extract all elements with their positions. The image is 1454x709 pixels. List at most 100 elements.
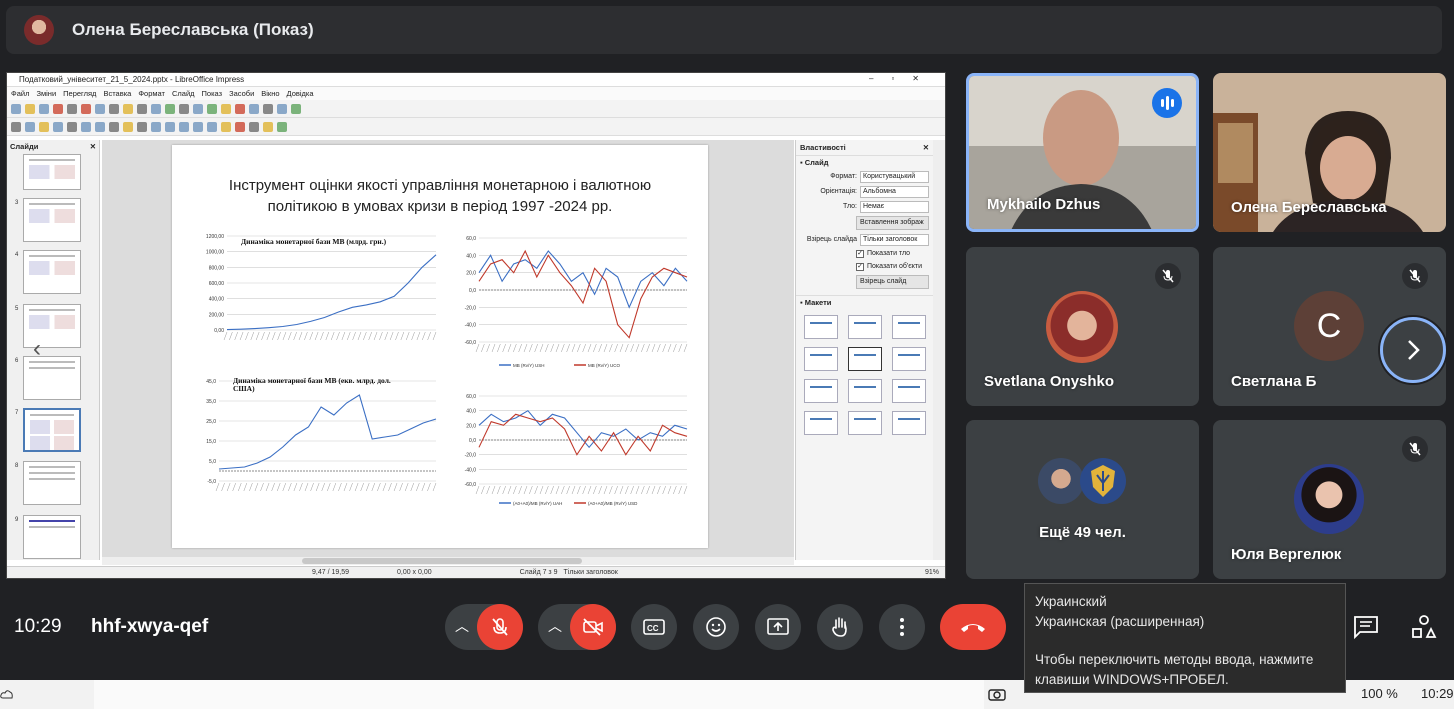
- paste-icon[interactable]: [109, 103, 119, 114]
- close-icon[interactable]: ✕: [923, 143, 929, 152]
- chat-icon[interactable]: [1352, 614, 1380, 640]
- slide-thumbnail[interactable]: [23, 461, 81, 505]
- activities-icon[interactable]: [1410, 614, 1438, 640]
- participant-tile-speaking[interactable]: Mykhailo Dzhus: [966, 73, 1199, 232]
- layout-centered-text[interactable]: [892, 347, 926, 371]
- captions-button[interactable]: CC: [631, 604, 677, 650]
- line-color-icon[interactable]: [53, 121, 63, 132]
- save-icon[interactable]: [39, 103, 49, 114]
- chevron-up-icon[interactable]: ︿: [455, 616, 469, 636]
- slide-thumbnail[interactable]: [23, 154, 81, 190]
- layout-option[interactable]: [804, 379, 838, 403]
- layout-two-content[interactable]: [804, 347, 838, 371]
- undo-icon[interactable]: [123, 103, 133, 114]
- participant-tile[interactable]: Юля Вергелюк: [1213, 420, 1446, 579]
- slide-thumbnail[interactable]: [23, 250, 81, 294]
- layout-title-content[interactable]: [848, 315, 882, 339]
- layout-option[interactable]: [848, 411, 882, 435]
- ellipse-icon[interactable]: [95, 121, 105, 132]
- menu-insert[interactable]: Вставка: [103, 89, 131, 98]
- mic-toggle-button[interactable]: [477, 604, 523, 650]
- menu-help[interactable]: Довідка: [287, 89, 314, 98]
- start-show-icon[interactable]: [291, 103, 301, 114]
- camera-icon[interactable]: [988, 687, 1006, 701]
- block-arrows-icon[interactable]: [179, 121, 189, 132]
- display-views-icon[interactable]: [193, 103, 203, 114]
- redo-icon[interactable]: [137, 103, 147, 114]
- format-select[interactable]: Користувацький: [860, 170, 929, 183]
- menu-tools[interactable]: Засоби: [229, 89, 254, 98]
- section-layouts[interactable]: ▪ Макети: [796, 295, 933, 309]
- prev-slide-icon[interactable]: ‹: [33, 335, 41, 363]
- basic-shapes-icon[interactable]: [151, 121, 161, 132]
- menu-edit[interactable]: Зміни: [36, 89, 56, 98]
- new-icon[interactable]: [11, 103, 21, 114]
- arrange-icon[interactable]: [263, 121, 273, 132]
- slide-thumbnail[interactable]: [23, 304, 81, 348]
- more-options-button[interactable]: [879, 604, 925, 650]
- layout-option[interactable]: [848, 379, 882, 403]
- chevron-up-icon[interactable]: ︿: [548, 616, 562, 636]
- symbol-shapes-icon[interactable]: [165, 121, 175, 132]
- next-page-button[interactable]: [1380, 317, 1446, 383]
- rectangle-icon[interactable]: [81, 121, 91, 132]
- spelling-icon[interactable]: [165, 103, 175, 114]
- text-icon[interactable]: [39, 121, 49, 132]
- horizontal-scrollbar[interactable]: [102, 557, 794, 565]
- show-objects-checkbox[interactable]: ✓ Показати об'єкти: [796, 260, 933, 273]
- layout-option[interactable]: [892, 379, 926, 403]
- layout-title-only-selected[interactable]: [848, 347, 882, 371]
- align-icon[interactable]: [249, 121, 259, 132]
- table-icon[interactable]: [207, 103, 217, 114]
- menu-view[interactable]: Перегляд: [63, 89, 96, 98]
- slide-thumbnail-selected[interactable]: [23, 408, 81, 452]
- callouts-icon[interactable]: [207, 121, 217, 132]
- menu-file[interactable]: Файл: [11, 89, 29, 98]
- connector-icon[interactable]: [137, 121, 147, 132]
- ime-layout[interactable]: Украинская (расширенная): [1035, 612, 1335, 632]
- participant-tile[interactable]: Svetlana Onyshko: [966, 247, 1199, 406]
- grid-icon[interactable]: [179, 103, 189, 114]
- raise-hand-button[interactable]: [817, 604, 863, 650]
- layout-option[interactable]: [804, 411, 838, 435]
- slide-icon[interactable]: [277, 103, 287, 114]
- cut-icon[interactable]: [81, 103, 91, 114]
- reactions-button[interactable]: [693, 604, 739, 650]
- find-icon[interactable]: [151, 103, 161, 114]
- show-bg-checkbox[interactable]: ✓ Показати тло: [796, 247, 933, 260]
- taskbar-search-area[interactable]: [94, 680, 984, 709]
- master-select[interactable]: Тільки заголовок: [860, 233, 929, 246]
- slide-thumbnail[interactable]: [23, 515, 81, 559]
- present-button[interactable]: [755, 604, 801, 650]
- master-slide-button[interactable]: Взірець слайд: [856, 275, 929, 289]
- slide-thumbnail[interactable]: [23, 356, 81, 400]
- line-icon[interactable]: [67, 121, 77, 132]
- scrollbar-thumb[interactable]: [302, 558, 582, 564]
- participant-tile[interactable]: Олена Береславська: [1213, 73, 1446, 232]
- ime-language[interactable]: Украинский: [1035, 592, 1335, 612]
- print-icon[interactable]: [67, 103, 77, 114]
- layout-title[interactable]: [892, 315, 926, 339]
- arrow-icon[interactable]: [109, 121, 119, 132]
- close-icon[interactable]: ✕: [90, 142, 96, 151]
- zoom-icon[interactable]: [25, 121, 35, 132]
- layout-option[interactable]: [892, 411, 926, 435]
- orientation-select[interactable]: Альбомна: [860, 185, 929, 198]
- section-slide[interactable]: ▪ Слайд: [796, 156, 933, 169]
- background-select[interactable]: Немає: [860, 200, 929, 213]
- flowchart-icon[interactable]: [193, 121, 203, 132]
- link-icon[interactable]: [263, 103, 273, 114]
- menu-slide[interactable]: Слайд: [172, 89, 195, 98]
- rotate-icon[interactable]: [235, 121, 245, 132]
- insert-image-button[interactable]: Вставлення зображ: [856, 216, 929, 230]
- export-pdf-icon[interactable]: [53, 103, 63, 114]
- image-icon[interactable]: [221, 103, 231, 114]
- camera-toggle-button[interactable]: [570, 604, 616, 650]
- slide-thumbnail[interactable]: [23, 198, 81, 242]
- select-icon[interactable]: [11, 121, 21, 132]
- menu-window[interactable]: Вікно: [261, 89, 279, 98]
- menu-format[interactable]: Формат: [138, 89, 165, 98]
- more-participants-tile[interactable]: Ещё 49 чел.: [966, 420, 1199, 579]
- copy-icon[interactable]: [95, 103, 105, 114]
- menu-show[interactable]: Показ: [202, 89, 223, 98]
